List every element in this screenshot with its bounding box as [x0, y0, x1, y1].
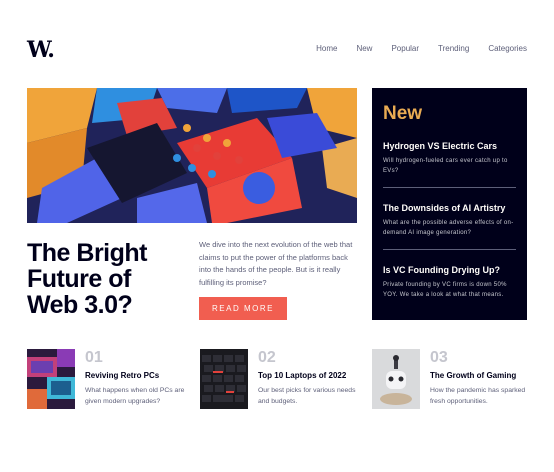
site-logo[interactable]: W. [27, 38, 55, 62]
new-article-title[interactable]: The Downsides of AI Artistry [383, 202, 517, 214]
card-desc: Our best picks for various needs and bud… [258, 387, 356, 405]
hero-description: We dive into the next evolution of the w… [199, 240, 353, 287]
nav-item-categories[interactable]: Categories [488, 44, 527, 53]
new-article-item[interactable]: Is VC Founding Drying Up? Private foundi… [383, 264, 517, 300]
nav-item-home[interactable]: Home [316, 44, 337, 53]
hero-title-line: Web 3.0? [27, 291, 133, 319]
retro-pc-thumbnail[interactable] [27, 349, 75, 409]
divider [383, 187, 516, 188]
hero-image [27, 88, 357, 223]
abstract-3d-blocks-illustration [27, 88, 357, 223]
site-header: W. Home New Popular Trending Categories [27, 38, 527, 62]
nav-item-trending[interactable]: Trending [438, 44, 469, 53]
article-card[interactable]: 01 Reviving Retro PCs What happens when … [27, 349, 197, 409]
new-panel-heading: New [383, 103, 423, 124]
new-article-title[interactable]: Hydrogen VS Electric Cars [383, 140, 517, 152]
hero-title: The Bright Future of Web 3.0? [27, 240, 192, 318]
card-title[interactable]: Top 10 Laptops of 2022 [258, 371, 346, 380]
card-desc: How the pandemic has sparked fresh oppor… [430, 387, 526, 405]
card-title[interactable]: Reviving Retro PCs [85, 371, 159, 380]
nav-item-new[interactable]: New [356, 44, 372, 53]
new-article-item[interactable]: The Downsides of AI Artistry What are th… [383, 202, 517, 238]
hero-title-line: The Bright [27, 239, 148, 267]
hero-title-line: Future of [27, 265, 131, 293]
card-number: 01 [85, 349, 103, 366]
card-title[interactable]: The Growth of Gaming [430, 371, 516, 380]
article-card[interactable]: 02 Top 10 Laptops of 2022 Our best picks… [200, 349, 370, 409]
nav-item-popular[interactable]: Popular [391, 44, 419, 53]
article-card[interactable]: 03 The Growth of Gaming How the pandemic… [372, 349, 542, 409]
gaming-controller-thumbnail[interactable] [372, 349, 420, 409]
new-articles-panel: New Hydrogen VS Electric Cars Will hydro… [372, 88, 527, 320]
card-number: 03 [430, 349, 448, 366]
divider [383, 249, 516, 250]
card-desc: What happens when old PCs are given mode… [85, 387, 185, 405]
new-article-item[interactable]: Hydrogen VS Electric Cars Will hydrogen-… [383, 140, 517, 176]
new-article-title[interactable]: Is VC Founding Drying Up? [383, 264, 517, 276]
new-article-desc: Private founding by VC firms is down 50%… [383, 282, 507, 298]
read-more-button[interactable]: READ MORE [199, 297, 287, 320]
new-article-desc: What are the possible adverse effects of… [383, 220, 514, 236]
laptop-keyboard-thumbnail[interactable] [200, 349, 248, 409]
card-number: 02 [258, 349, 276, 366]
main-nav: Home New Popular Trending Categories [316, 44, 527, 53]
new-article-desc: Will hydrogen-fueled cars ever catch up … [383, 158, 508, 174]
